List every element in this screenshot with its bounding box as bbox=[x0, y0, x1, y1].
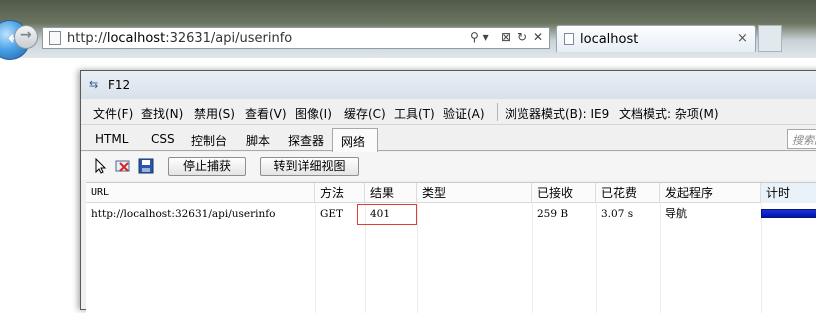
cell-received: 259 B bbox=[537, 208, 569, 220]
browser-tab[interactable]: localhost × bbox=[556, 25, 756, 52]
result-highlight-box bbox=[357, 204, 417, 225]
save-icon[interactable] bbox=[138, 158, 154, 174]
devtools-icon: ⇆ bbox=[89, 78, 99, 91]
refresh-icon[interactable]: ↻ bbox=[517, 30, 527, 44]
menu-find[interactable]: 查找(N) bbox=[141, 105, 183, 122]
page-icon bbox=[564, 33, 574, 45]
detailed-view-button[interactable]: 转到详细视图 bbox=[260, 157, 359, 176]
column-type[interactable]: 类型 bbox=[417, 183, 532, 203]
network-toolbar: 停止捕获 转到详细视图 bbox=[81, 152, 816, 180]
cell-initiator: 导航 bbox=[665, 207, 687, 220]
clear-entries-icon[interactable] bbox=[115, 158, 131, 174]
menu-separator bbox=[497, 103, 498, 121]
cell-taken: 3.07 s bbox=[601, 208, 634, 220]
new-tab-button[interactable] bbox=[758, 25, 782, 52]
menu-document-mode[interactable]: 文档模式: 杂项(M) bbox=[619, 105, 719, 122]
tab-css[interactable]: CSS bbox=[151, 132, 175, 146]
devtools-tab-bar: HTML CSS 控制台 脚本 探查器 bbox=[81, 125, 816, 151]
page-icon bbox=[49, 31, 61, 45]
devtools-titlebar[interactable]: ⇆ F12 bbox=[81, 71, 816, 99]
tab-script[interactable]: 脚本 bbox=[246, 132, 270, 149]
network-grid: URL 方法 结果 类型 已接收 已花费 发起程序 计时 http://loca… bbox=[86, 182, 816, 313]
column-taken[interactable]: 已花费 bbox=[596, 183, 660, 203]
close-tab-icon[interactable]: × bbox=[737, 31, 748, 46]
menu-file[interactable]: 文件(F) bbox=[93, 105, 133, 122]
tab-html[interactable]: HTML bbox=[95, 132, 128, 146]
stop-capture-button[interactable]: 停止捕获 bbox=[168, 157, 246, 176]
column-initiator[interactable]: 发起程序 bbox=[660, 183, 761, 203]
menu-view[interactable]: 查看(V) bbox=[245, 105, 287, 122]
select-element-icon[interactable] bbox=[93, 158, 109, 174]
cell-type bbox=[417, 206, 532, 222]
column-result[interactable]: 结果 bbox=[365, 183, 417, 203]
column-method[interactable]: 方法 bbox=[315, 183, 365, 203]
grid-header: URL 方法 结果 类型 已接收 已花费 发起程序 计时 bbox=[86, 183, 816, 203]
menu-bar: 文件(F) 查找(N) 禁用(S) 查看(V) 图像(I) 缓存(C) 工具(T… bbox=[81, 99, 816, 125]
table-row[interactable]: http://localhost:32631/api/userinfo GET … bbox=[86, 206, 816, 222]
compatibility-view-icon[interactable]: ⊠ bbox=[501, 30, 511, 44]
menu-tools[interactable]: 工具(T) bbox=[394, 105, 435, 122]
column-received[interactable]: 已接收 bbox=[532, 183, 596, 203]
column-url[interactable]: URL bbox=[86, 183, 315, 203]
devtools-title: F12 bbox=[108, 78, 131, 92]
menu-validate[interactable]: 验证(A) bbox=[443, 105, 485, 122]
stop-icon[interactable]: ✕ bbox=[533, 30, 543, 44]
menu-cache[interactable]: 缓存(C) bbox=[344, 105, 386, 122]
search-dropdown-icon[interactable]: ⚲ ▾ bbox=[470, 30, 489, 44]
menu-browser-mode[interactable]: 浏览器模式(B): IE9 bbox=[505, 105, 609, 122]
column-timings[interactable]: 计时 bbox=[761, 183, 816, 203]
url-text[interactable]: http://localhost:32631/api/userinfo bbox=[67, 31, 292, 46]
forward-button[interactable]: → bbox=[14, 25, 38, 49]
timing-bar bbox=[761, 209, 816, 218]
browser-chrome: ← → http://localhost:32631/api/userinfo … bbox=[0, 0, 816, 60]
menu-disable[interactable]: 禁用(S) bbox=[194, 105, 235, 122]
tab-profiler[interactable]: 探查器 bbox=[288, 132, 324, 149]
tab-title: localhost bbox=[580, 32, 639, 47]
tab-network[interactable]: 网络 bbox=[332, 128, 378, 152]
menu-images[interactable]: 图像(I) bbox=[295, 105, 332, 122]
search-input[interactable]: 搜索网 bbox=[787, 129, 816, 149]
cell-url: http://localhost:32631/api/userinfo bbox=[91, 208, 276, 220]
address-bar[interactable]: http://localhost:32631/api/userinfo ⚲ ▾ … bbox=[42, 27, 550, 49]
forward-arrow-icon: → bbox=[20, 27, 32, 43]
tab-console[interactable]: 控制台 bbox=[191, 132, 227, 149]
